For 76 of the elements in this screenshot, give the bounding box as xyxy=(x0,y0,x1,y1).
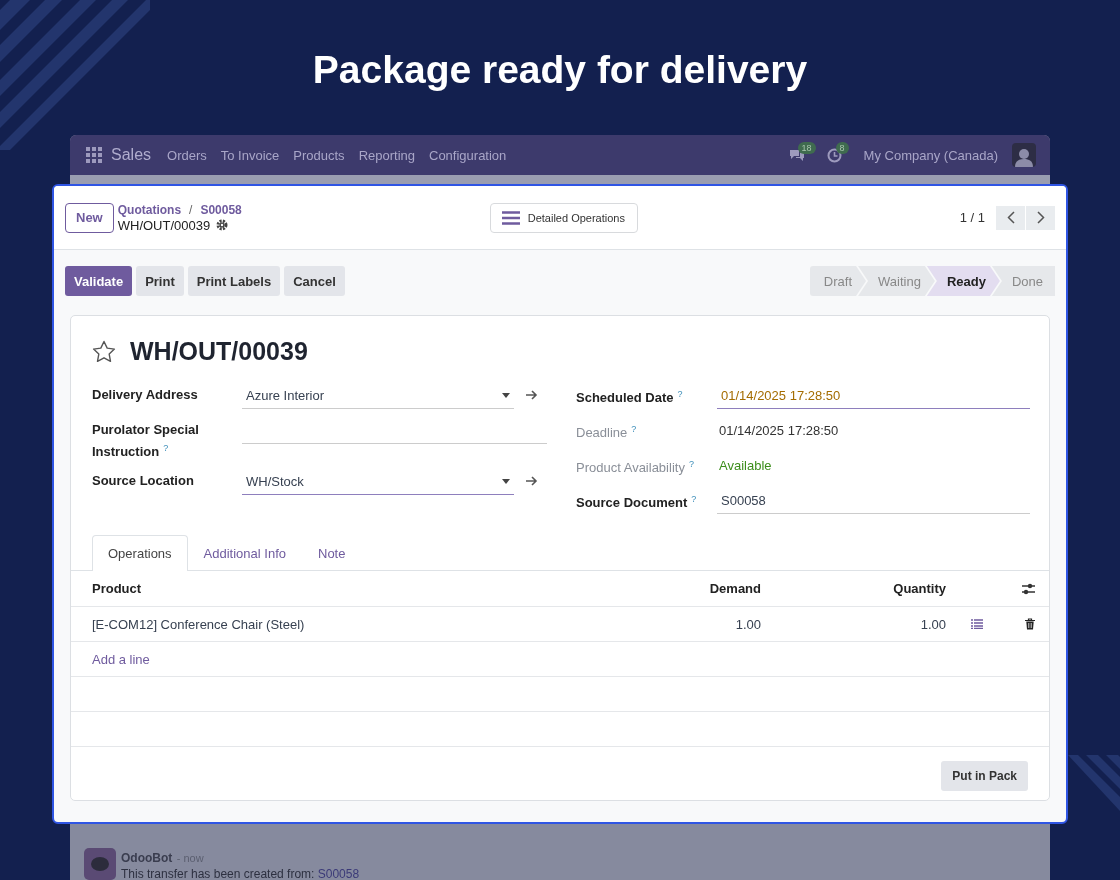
star-icon[interactable] xyxy=(92,339,116,363)
avatar[interactable] xyxy=(1012,143,1036,167)
arrow-right-icon[interactable] xyxy=(526,390,538,400)
record-title: WH/OUT/00039 xyxy=(130,336,308,366)
select-field[interactable]: WH/Stock xyxy=(242,469,514,496)
status-stage[interactable]: Done xyxy=(991,266,1055,296)
tab[interactable]: Operations xyxy=(92,535,188,571)
tab[interactable]: Note xyxy=(302,535,362,571)
count-badge: 18 xyxy=(797,142,816,154)
status-stage[interactable]: Waiting xyxy=(858,266,935,296)
field-label: Source Location xyxy=(92,472,195,491)
menu-item[interactable]: Orders xyxy=(167,147,207,163)
column-header[interactable]: Quantity xyxy=(761,581,946,596)
previous-button[interactable] xyxy=(996,205,1025,230)
gear-icon[interactable] xyxy=(216,219,229,231)
record-name: WH/OUT/00039 xyxy=(117,217,211,233)
company-name[interactable]: My Company (Canada) xyxy=(863,147,998,163)
help-tooltip[interactable]: ? xyxy=(631,424,637,434)
count-badge: 8 xyxy=(835,141,849,154)
status-text: Available xyxy=(718,457,773,473)
arrow-right-icon[interactable] xyxy=(526,476,538,487)
help-tooltip[interactable]: ? xyxy=(163,443,169,453)
help-tooltip[interactable]: ? xyxy=(677,389,683,399)
menu-icon xyxy=(501,210,520,225)
sliders-icon[interactable] xyxy=(1022,582,1035,595)
table-cell-text: [E-COM12] Conference Chair (Steel) xyxy=(91,616,306,632)
add-line-link[interactable]: Add a line xyxy=(71,651,601,667)
breadcrumb-link[interactable]: S00058 xyxy=(200,202,242,217)
chevron-right-icon xyxy=(1036,211,1045,224)
caret-icon[interactable] xyxy=(502,479,510,485)
tab[interactable]: Additional Info xyxy=(187,535,302,571)
field-label: Product Availability $^{?}$ xyxy=(576,458,695,478)
help-tooltip[interactable]: ? xyxy=(691,494,697,504)
headline: Package ready for delivery xyxy=(312,47,808,93)
action-button[interactable]: Cancel xyxy=(284,266,345,296)
avatar xyxy=(84,848,116,880)
breadcrumb-separator: / xyxy=(189,202,193,217)
pager-value[interactable]: 1 / 1 xyxy=(959,210,985,225)
input-field[interactable]: 01/14/2025 17:28:50 xyxy=(717,383,1030,409)
put-in-pack-button[interactable]: Put in Pack xyxy=(941,761,1028,791)
menu-item[interactable]: Configuration xyxy=(429,147,507,163)
action-button[interactable]: Print Labels xyxy=(187,266,281,296)
status-stage[interactable]: Ready xyxy=(926,266,1000,296)
input-field[interactable]: S00058 xyxy=(717,488,1030,514)
column-header[interactable]: Product xyxy=(71,581,601,596)
field-label: Purolator Special Instruction $^{?}$ xyxy=(92,421,200,462)
trash-icon[interactable] xyxy=(1025,618,1035,630)
action-button[interactable]: Print xyxy=(136,266,184,296)
chevron-left-icon xyxy=(1006,211,1015,224)
new-button[interactable]: New xyxy=(65,202,114,233)
apps-grid-icon[interactable] xyxy=(86,147,102,163)
field-label: Delivery Address xyxy=(92,386,199,404)
detailed-operations-button[interactable]: Detailed Operations xyxy=(489,202,638,233)
list-icon[interactable] xyxy=(970,619,983,629)
action-button[interactable]: Validate xyxy=(65,266,133,296)
table-cell-text: 1.00 xyxy=(919,616,946,632)
select-field[interactable]: Azure Interior xyxy=(242,383,514,409)
help-tooltip[interactable]: ? xyxy=(688,459,694,469)
menu-item[interactable]: To Invoice xyxy=(220,147,280,163)
column-header[interactable]: Demand xyxy=(601,581,761,596)
field-label: Source Document $^{?}$ xyxy=(576,493,698,513)
caret-icon[interactable] xyxy=(502,393,510,398)
document-link[interactable]: S00058 xyxy=(317,867,360,880)
field-value: 01/14/2025 17:28:50 xyxy=(718,422,840,438)
status-stage[interactable]: Draft xyxy=(809,266,866,296)
chatter-message: This transfer has been created from: S00058 xyxy=(121,866,360,880)
field-label: Scheduled Date $^{?}$ xyxy=(576,388,684,408)
author-name: OdooBot xyxy=(121,851,173,865)
clock-icon[interactable] xyxy=(826,147,842,163)
field-label: Deadline $^{?}$ xyxy=(576,423,638,443)
app-name[interactable]: Sales xyxy=(111,146,152,164)
next-button[interactable] xyxy=(1026,205,1055,230)
menu-item[interactable]: Products xyxy=(293,147,345,163)
breadcrumb-link[interactable]: Quotations xyxy=(117,202,182,217)
menu-item[interactable]: Reporting xyxy=(358,147,415,163)
table-cell-text: 1.00 xyxy=(734,616,761,632)
